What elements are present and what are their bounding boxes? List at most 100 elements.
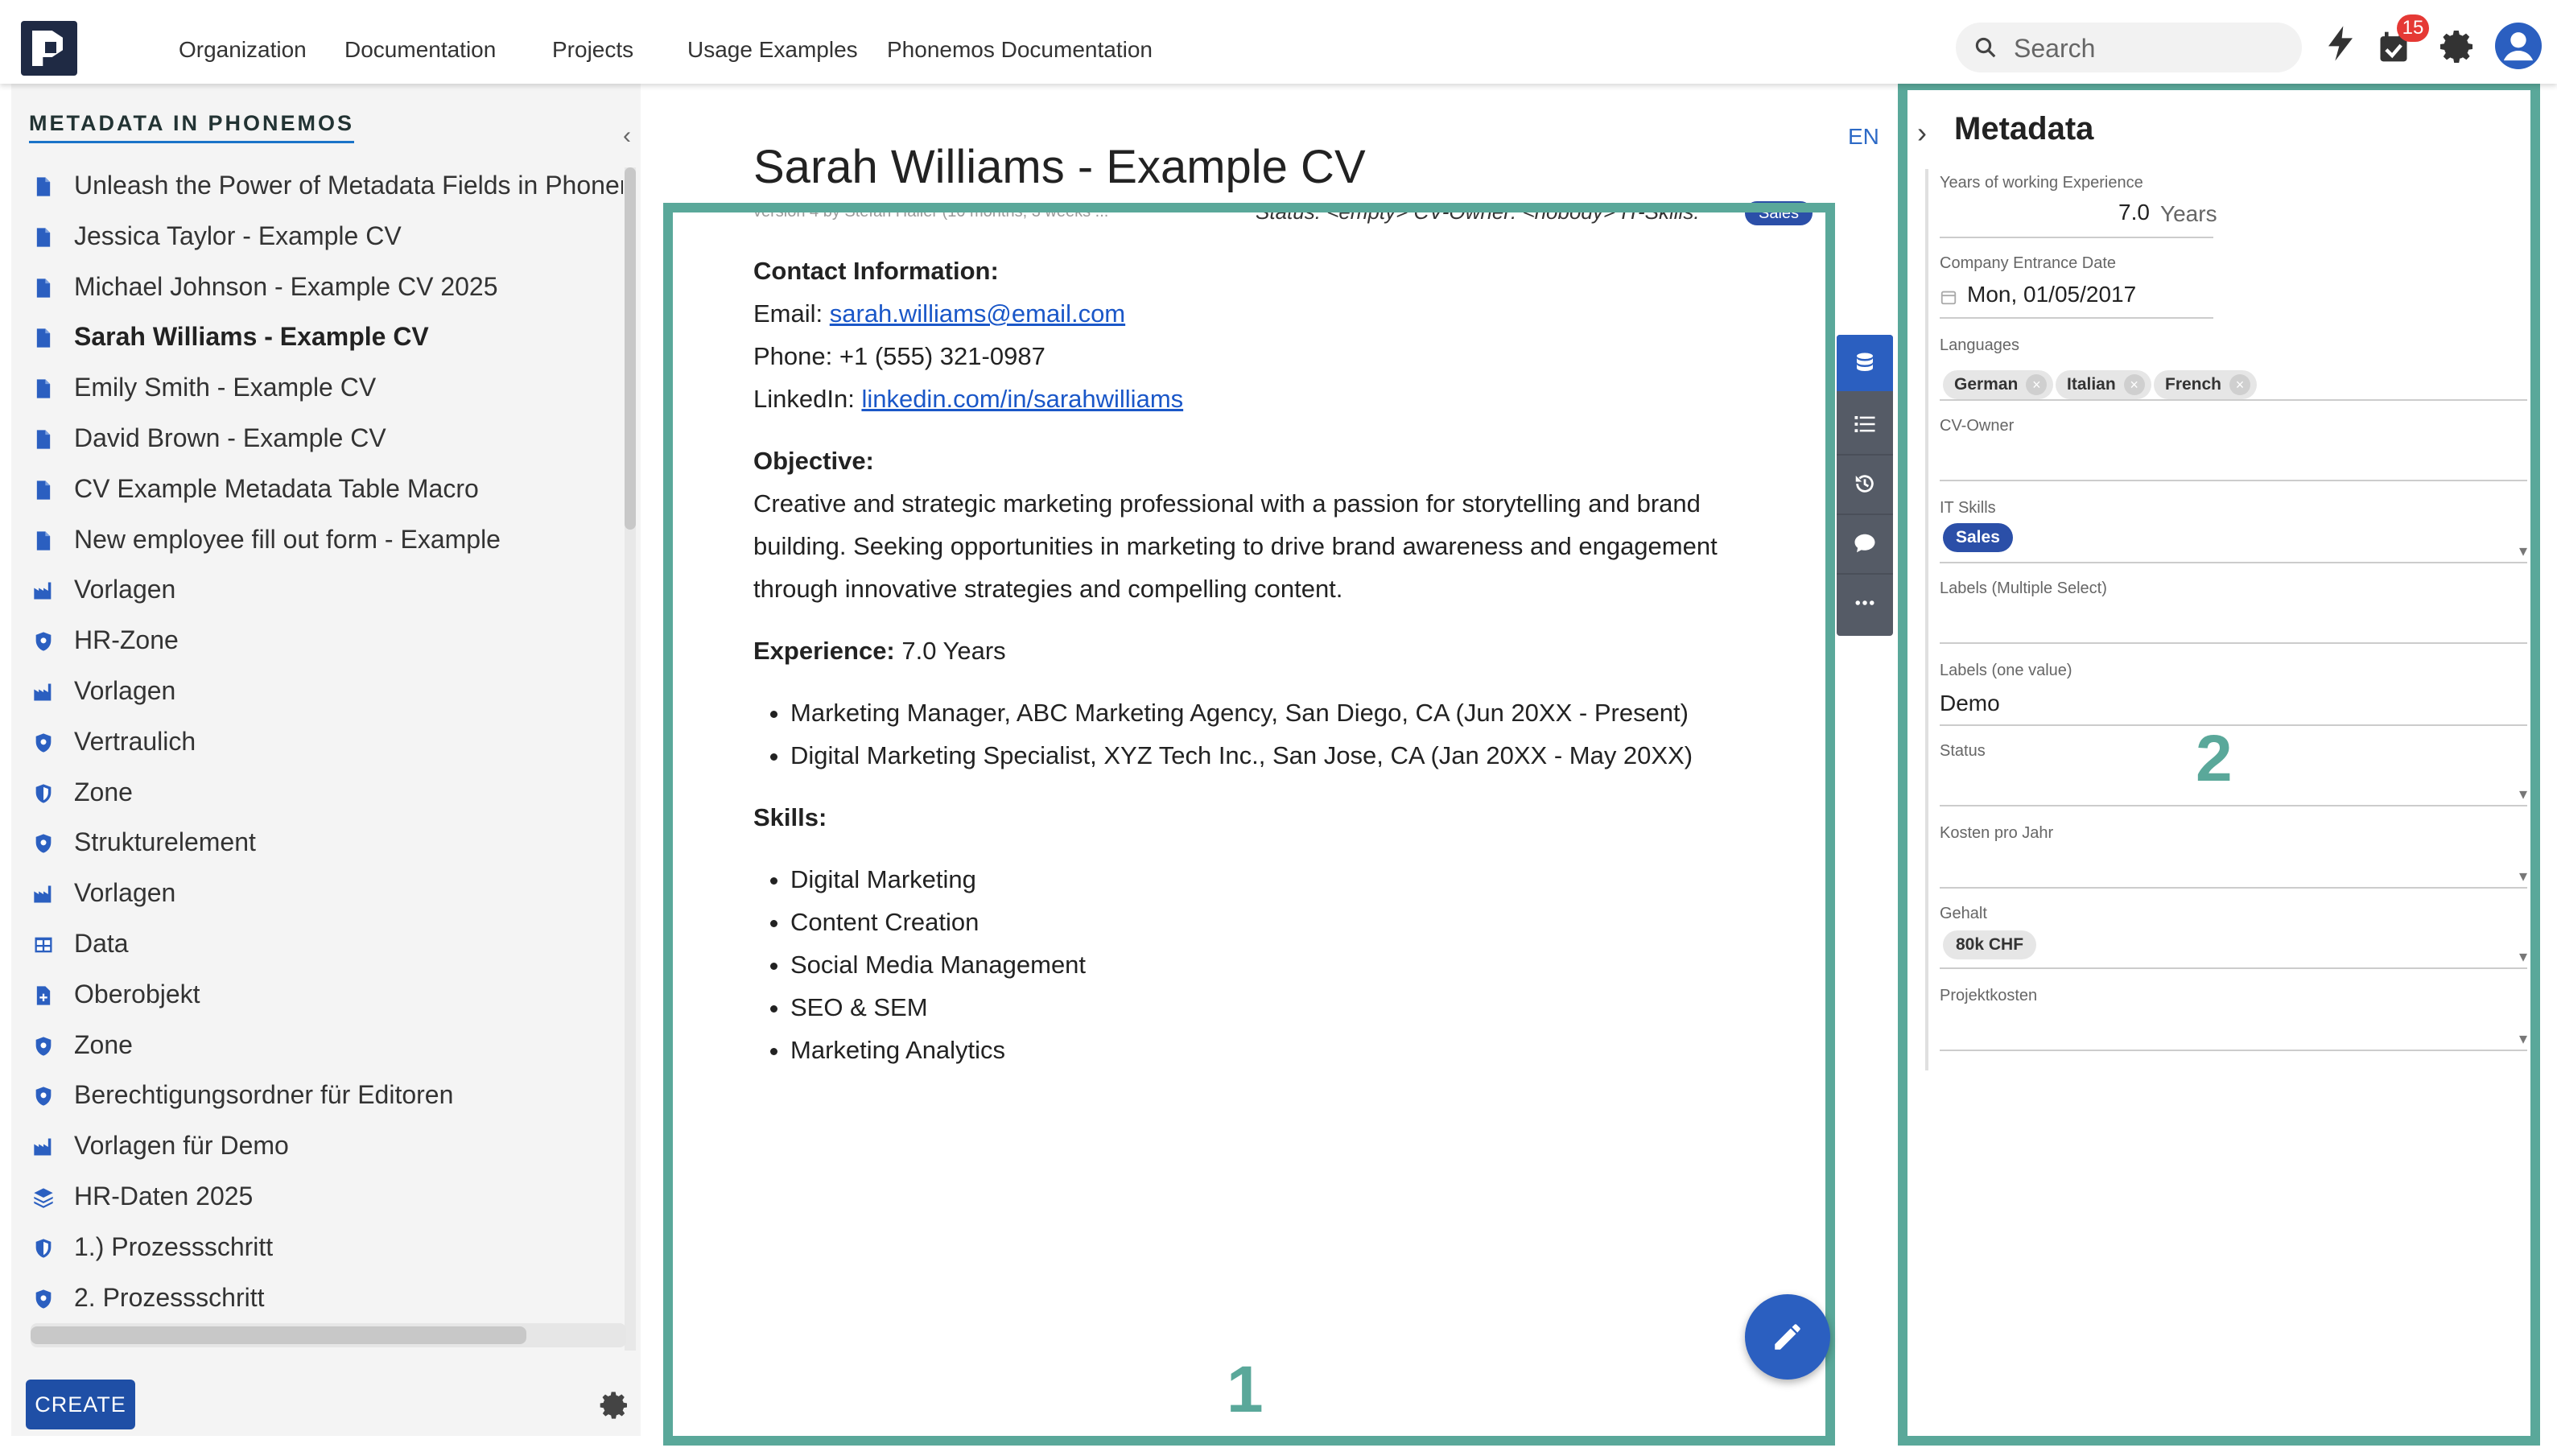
sidebar-horizontal-scrollbar[interactable] [31,1323,626,1347]
sidebar-item-label: Sarah Williams - Example CV [74,322,429,352]
dropdown-arrow-icon[interactable]: ▾ [2519,784,2527,804]
sidebar-item[interactable]: Vorlagen für Demo [11,1124,623,1169]
page-icon [32,428,55,451]
layers-icon [32,1186,55,1209]
remove-chip-icon[interactable]: × [2123,374,2145,395]
sidebar-item-label: HR-Daten 2025 [74,1182,254,1211]
remove-chip-icon[interactable]: × [2026,374,2048,395]
sidebar-item[interactable]: Vorlagen [11,670,623,715]
list-icon [1854,416,1875,432]
gear-icon[interactable] [2439,27,2477,66]
dropdown-arrow-icon[interactable]: ▾ [2519,947,2527,967]
sidebar-item[interactable]: New employee fill out form - Example [11,518,623,563]
sidebar-item-label: Data [74,929,129,958]
labels-one-value: Demo [1940,691,2000,716]
sidebar-settings-gear-icon[interactable] [599,1389,631,1421]
linkedin-link[interactable]: linkedin.com/in/sarahwilliams [861,385,1183,413]
more-tab[interactable] [1837,575,1893,634]
sidebar-item[interactable]: Sarah Williams - Example CV [11,316,623,361]
metadata-tab[interactable] [1837,335,1893,391]
create-button[interactable]: CREATE [26,1380,135,1429]
page-icon [32,377,55,400]
sidebar-item[interactable]: Vorlagen [11,568,623,613]
company-entrance-date-field[interactable]: Company Entrance Date Mon, 01/05/2017 [1940,251,2527,332]
sidebar-item[interactable]: Strukturelement [11,821,623,866]
language-chip-french[interactable]: French × [2154,370,2258,399]
sidebar-item[interactable]: HR-Daten 2025 [11,1175,623,1220]
sidebar-item[interactable]: Oberobjekt [11,973,623,1018]
sidebar-item[interactable]: Unleash the Power of Metadata Fields in … [11,164,623,209]
entrance-value: Mon, 01/05/2017 [1967,282,2137,307]
chip-label: Italian [2067,375,2116,394]
language-chip-italian[interactable]: Italian × [2056,370,2151,399]
gehalt-field[interactable]: Gehalt 80k CHF ▾ [1940,901,2527,982]
labels-multiple-field[interactable]: Labels (Multiple Select) [1940,576,2527,657]
side-tool-strip [1837,335,1893,636]
factory-icon [32,1136,55,1158]
sidebar-item[interactable]: 2. Prozessschritt [11,1277,623,1322]
collapse-sidebar-icon[interactable]: ‹ [623,122,631,150]
edit-button[interactable] [1745,1294,1830,1380]
sidebar-item[interactable]: Vertraulich [11,720,623,765]
sidebar-item[interactable]: Berechtigungsordner für Editoren [11,1074,623,1119]
gehalt-chip[interactable]: 80k CHF [1943,930,2037,959]
language-chip-german[interactable]: German × [1943,370,2054,399]
phonemos-logo[interactable] [21,21,77,76]
languages-field[interactable]: Languages German × Italian × French × [1940,333,2527,414]
it-skills-field[interactable]: IT Skills Sales ▾ [1940,496,2527,576]
it-skills-chip-sales[interactable]: Sales [1943,523,2013,552]
chip-label: German [1954,375,2019,394]
comments-tab[interactable] [1837,515,1893,575]
sidebar-item[interactable]: Jessica Taylor - Example CV [11,215,623,260]
sidebar-item[interactable]: CV Example Metadata Table Macro [11,468,623,513]
sidebar-item-label: CV Example Metadata Table Macro [74,473,479,503]
shield-icon [32,1288,55,1310]
nav-documentation[interactable]: Documentation [344,37,496,63]
sidebar-item[interactable]: Emily Smith - Example CV [11,366,623,411]
collapse-metadata-icon[interactable]: › [1917,116,1927,150]
dropdown-arrow-icon[interactable]: ▾ [2519,1029,2527,1049]
language-switch[interactable]: EN [1848,124,1879,150]
lightning-icon[interactable] [2324,24,2357,63]
sidebar-item[interactable]: David Brown - Example CV [11,417,623,462]
page-icon [32,277,55,299]
field-label: Languages [1940,336,2019,354]
sidebar-item-label: Zone [74,1029,133,1059]
remove-chip-icon[interactable]: × [2229,374,2251,395]
projektkosten-field[interactable]: Projektkosten ▾ [1940,984,2527,1064]
list-item: Social Media Management [790,943,1767,986]
cv-owner-field[interactable]: CV-Owner [1940,414,2527,494]
nav-organization[interactable]: Organization [179,37,307,63]
comment-icon [1854,534,1875,553]
table-icon [32,934,55,956]
labels-one-value-field[interactable]: Labels (one value) Demo [1940,658,2527,739]
outline-tab[interactable] [1837,396,1893,456]
user-avatar-icon[interactable] [2495,23,2542,69]
sidebar-item[interactable]: Vorlagen [11,872,623,917]
search-input[interactable]: Search [1956,23,2302,72]
sidebar-item-label: HR-Zone [74,625,179,655]
sidebar-item[interactable]: 1.) Prozessschritt [11,1226,623,1271]
sidebar-item-label: New employee fill out form - Example [74,524,501,554]
sidebar-item-label: 2. Prozessschritt [74,1282,265,1312]
dropdown-arrow-icon[interactable]: ▾ [2519,541,2527,561]
kosten-pro-jahr-field[interactable]: Kosten pro Jahr ▾ [1940,821,2527,901]
nav-phonemos-documentation[interactable]: Phonemos Documentation [887,37,1153,63]
email-link[interactable]: sarah.williams@email.com [830,299,1125,328]
nav-usage-examples[interactable]: Usage Examples [687,37,858,63]
sidebar-item[interactable]: Zone [11,1024,623,1069]
dropdown-arrow-icon[interactable]: ▾ [2519,866,2527,886]
sidebar-item-label: 1.) Prozessschritt [74,1231,274,1261]
objective-text: Creative and strategic marketing profess… [753,489,1718,603]
years-experience-field[interactable]: Years of working Experience 7.0 Years [1940,171,2527,251]
sidebar-item[interactable]: HR-Zone [11,619,623,664]
nav-projects[interactable]: Projects [552,37,633,63]
history-tab[interactable] [1837,456,1893,515]
sidebar-item[interactable]: Zone [11,771,623,816]
sidebar-item-label: David Brown - Example CV [74,423,386,452]
sidebar-vertical-scrollbar[interactable] [625,167,636,1351]
sidebar-item[interactable]: Michael Johnson - Example CV 2025 [11,266,623,311]
sidebar-item-label: Unleash the Power of Metadata Fields in … [74,171,623,200]
status-field[interactable]: Status ▾ [1940,739,2527,819]
sidebar-item[interactable]: Data [11,922,623,967]
